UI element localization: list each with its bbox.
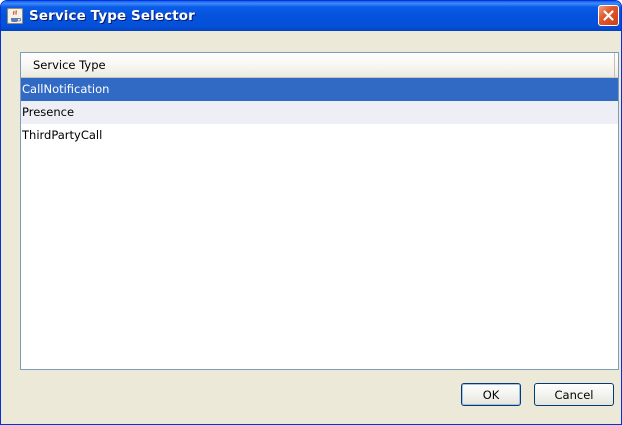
cancel-button[interactable]: Cancel (534, 383, 614, 406)
service-type-table[interactable]: Service Type CallNotification Presence T… (20, 52, 619, 370)
table-row[interactable]: Presence (21, 101, 618, 124)
table-row[interactable]: ThirdPartyCall (21, 124, 618, 147)
close-button[interactable] (598, 5, 619, 26)
ok-button[interactable]: OK (461, 383, 521, 406)
window-title: Service Type Selector (29, 8, 195, 24)
column-header-service-type[interactable]: Service Type (21, 53, 615, 77)
java-cup-icon (7, 8, 23, 24)
title-bar[interactable]: Service Type Selector (1, 1, 621, 31)
close-icon (603, 10, 614, 21)
table-row[interactable]: CallNotification (21, 78, 618, 101)
table-header: Service Type (21, 53, 618, 78)
dialog-window: Service Type Selector Service Type CallN… (0, 0, 622, 425)
dialog-buttons: OK Cancel (461, 383, 614, 406)
dialog-content: Service Type CallNotification Presence T… (4, 31, 619, 421)
